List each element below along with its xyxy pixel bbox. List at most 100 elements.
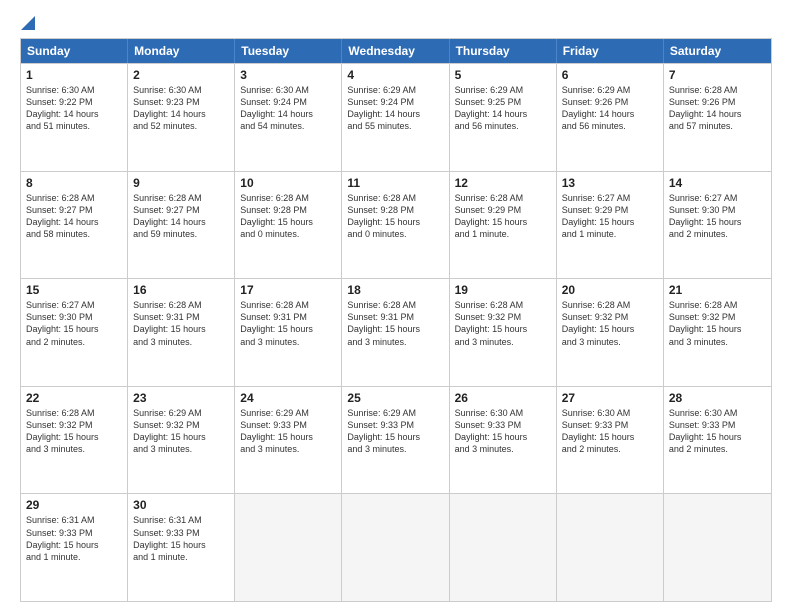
day-info: Sunrise: 6:27 AM Sunset: 9:30 PM Dayligh… [669,192,766,241]
day-number: 18 [347,283,443,297]
empty-cell [557,494,664,601]
day-cell-29: 29 Sunrise: 6:31 AM Sunset: 9:33 PM Dayli… [21,494,128,601]
day-number: 19 [455,283,551,297]
day-info: Sunrise: 6:30 AM Sunset: 9:22 PM Dayligh… [26,84,122,133]
day-cell-15: 15Sunrise: 6:27 AM Sunset: 9:30 PM Dayli… [21,279,128,386]
day-cell-22: 22Sunrise: 6:28 AM Sunset: 9:32 PM Dayli… [21,387,128,494]
day-number: 24 [240,391,336,405]
day-cell-2: 2 Sunrise: 6:30 AM Sunset: 9:23 PM Daylig… [128,64,235,171]
day-info: Sunrise: 6:28 AM Sunset: 9:31 PM Dayligh… [240,299,336,348]
day-cell-21: 21Sunrise: 6:28 AM Sunset: 9:32 PM Dayli… [664,279,771,386]
day-cell-14: 14Sunrise: 6:27 AM Sunset: 9:30 PM Dayli… [664,172,771,279]
day-info: Sunrise: 6:29 AM Sunset: 9:33 PM Dayligh… [240,407,336,456]
day-cell-1: 1 Sunrise: 6:30 AM Sunset: 9:22 PM Daylig… [21,64,128,171]
day-number: 3 [240,68,336,82]
day-number: 2 [133,68,229,82]
day-cell-20: 20 Sunrise: 6:28 AM Sunset: 9:32 PM Dayli… [557,279,664,386]
day-info: Sunrise: 6:28 AM Sunset: 9:28 PM Dayligh… [240,192,336,241]
day-cell-24: 24 Sunrise: 6:29 AM Sunset: 9:33 PM Dayli… [235,387,342,494]
day-cell-10: 10 Sunrise: 6:28 AM Sunset: 9:28 PM Dayli… [235,172,342,279]
calendar-row-2: 15Sunrise: 6:27 AM Sunset: 9:30 PM Dayli… [21,278,771,386]
day-number: 28 [669,391,766,405]
day-info: Sunrise: 6:30 AM Sunset: 9:23 PM Dayligh… [133,84,229,133]
day-info: Sunrise: 6:30 AM Sunset: 9:24 PM Dayligh… [240,84,336,133]
day-number: 10 [240,176,336,190]
logo-icon [21,16,35,30]
day-info: Sunrise: 6:28 AM Sunset: 9:32 PM Dayligh… [562,299,658,348]
day-info: Sunrise: 6:30 AM Sunset: 9:33 PM Dayligh… [669,407,766,456]
day-cell-8: 8 Sunrise: 6:28 AM Sunset: 9:27 PM Daylig… [21,172,128,279]
day-cell-28: 28 Sunrise: 6:30 AM Sunset: 9:33 PM Dayli… [664,387,771,494]
day-number: 1 [26,68,122,82]
day-number: 27 [562,391,658,405]
header-day-sunday: Sunday [21,39,128,63]
empty-cell [342,494,449,601]
day-number: 30 [133,498,229,512]
day-info: Sunrise: 6:31 AM Sunset: 9:33 PM Dayligh… [26,514,122,563]
day-info: Sunrise: 6:28 AM Sunset: 9:31 PM Dayligh… [133,299,229,348]
day-info: Sunrise: 6:28 AM Sunset: 9:29 PM Dayligh… [455,192,551,241]
day-info: Sunrise: 6:28 AM Sunset: 9:27 PM Dayligh… [26,192,122,241]
day-info: Sunrise: 6:28 AM Sunset: 9:27 PM Dayligh… [133,192,229,241]
calendar-row-4: 29 Sunrise: 6:31 AM Sunset: 9:33 PM Dayli… [21,493,771,601]
day-cell-18: 18 Sunrise: 6:28 AM Sunset: 9:31 PM Dayli… [342,279,449,386]
day-cell-3: 3 Sunrise: 6:30 AM Sunset: 9:24 PM Daylig… [235,64,342,171]
day-info: Sunrise: 6:27 AM Sunset: 9:30 PM Dayligh… [26,299,122,348]
calendar-row-0: 1 Sunrise: 6:30 AM Sunset: 9:22 PM Daylig… [21,63,771,171]
day-number: 11 [347,176,443,190]
day-number: 25 [347,391,443,405]
header-day-monday: Monday [128,39,235,63]
day-info: Sunrise: 6:28 AM Sunset: 9:32 PM Dayligh… [26,407,122,456]
day-info: Sunrise: 6:28 AM Sunset: 9:31 PM Dayligh… [347,299,443,348]
day-number: 29 [26,498,122,512]
day-cell-26: 26 Sunrise: 6:30 AM Sunset: 9:33 PM Dayli… [450,387,557,494]
day-info: Sunrise: 6:27 AM Sunset: 9:29 PM Dayligh… [562,192,658,241]
day-info: Sunrise: 6:31 AM Sunset: 9:33 PM Dayligh… [133,514,229,563]
empty-cell [664,494,771,601]
day-info: Sunrise: 6:29 AM Sunset: 9:25 PM Dayligh… [455,84,551,133]
day-info: Sunrise: 6:30 AM Sunset: 9:33 PM Dayligh… [455,407,551,456]
day-info: Sunrise: 6:28 AM Sunset: 9:32 PM Dayligh… [669,299,766,348]
day-number: 8 [26,176,122,190]
day-info: Sunrise: 6:29 AM Sunset: 9:33 PM Dayligh… [347,407,443,456]
day-cell-6: 6Sunrise: 6:29 AM Sunset: 9:26 PM Daylig… [557,64,664,171]
day-number: 4 [347,68,443,82]
day-cell-27: 27 Sunrise: 6:30 AM Sunset: 9:33 PM Dayli… [557,387,664,494]
day-number: 6 [562,68,658,82]
day-cell-13: 13 Sunrise: 6:27 AM Sunset: 9:29 PM Dayli… [557,172,664,279]
day-number: 5 [455,68,551,82]
day-cell-16: 16Sunrise: 6:28 AM Sunset: 9:31 PM Dayli… [128,279,235,386]
header-day-thursday: Thursday [450,39,557,63]
day-cell-17: 17 Sunrise: 6:28 AM Sunset: 9:31 PM Dayli… [235,279,342,386]
day-number: 23 [133,391,229,405]
day-cell-19: 19Sunrise: 6:28 AM Sunset: 9:32 PM Dayli… [450,279,557,386]
day-cell-4: 4 Sunrise: 6:29 AM Sunset: 9:24 PM Daylig… [342,64,449,171]
header-day-wednesday: Wednesday [342,39,449,63]
day-cell-25: 25 Sunrise: 6:29 AM Sunset: 9:33 PM Dayli… [342,387,449,494]
calendar-body: 1 Sunrise: 6:30 AM Sunset: 9:22 PM Daylig… [21,63,771,601]
day-number: 7 [669,68,766,82]
day-info: Sunrise: 6:30 AM Sunset: 9:33 PM Dayligh… [562,407,658,456]
calendar-row-3: 22Sunrise: 6:28 AM Sunset: 9:32 PM Dayli… [21,386,771,494]
header [20,16,772,32]
day-cell-11: 11Sunrise: 6:28 AM Sunset: 9:28 PM Dayli… [342,172,449,279]
calendar-row-1: 8 Sunrise: 6:28 AM Sunset: 9:27 PM Daylig… [21,171,771,279]
day-number: 13 [562,176,658,190]
day-info: Sunrise: 6:29 AM Sunset: 9:32 PM Dayligh… [133,407,229,456]
header-day-saturday: Saturday [664,39,771,63]
day-info: Sunrise: 6:29 AM Sunset: 9:24 PM Dayligh… [347,84,443,133]
day-cell-9: 9 Sunrise: 6:28 AM Sunset: 9:27 PM Daylig… [128,172,235,279]
header-day-friday: Friday [557,39,664,63]
day-number: 9 [133,176,229,190]
day-number: 12 [455,176,551,190]
empty-cell [450,494,557,601]
calendar-header: SundayMondayTuesdayWednesdayThursdayFrid… [21,39,771,63]
day-number: 17 [240,283,336,297]
logo [20,16,35,32]
day-number: 26 [455,391,551,405]
day-number: 20 [562,283,658,297]
page: SundayMondayTuesdayWednesdayThursdayFrid… [0,0,792,612]
day-info: Sunrise: 6:28 AM Sunset: 9:26 PM Dayligh… [669,84,766,133]
day-cell-7: 7 Sunrise: 6:28 AM Sunset: 9:26 PM Daylig… [664,64,771,171]
calendar: SundayMondayTuesdayWednesdayThursdayFrid… [20,38,772,602]
